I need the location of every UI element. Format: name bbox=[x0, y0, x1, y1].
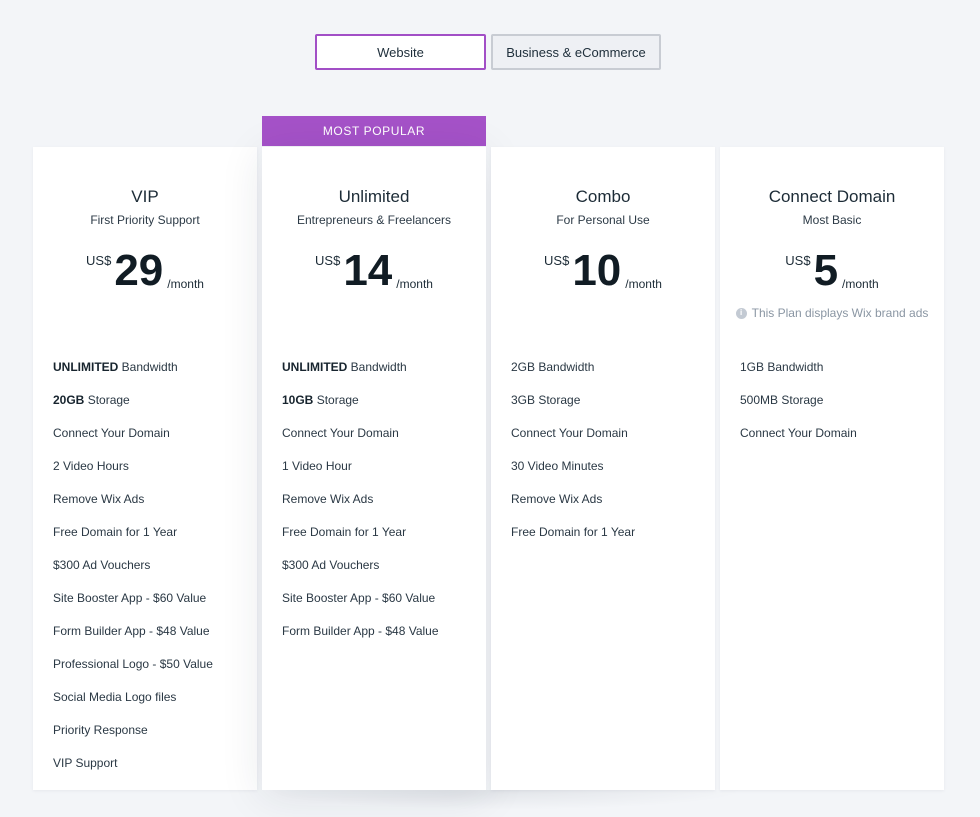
price-currency: US$ bbox=[315, 253, 341, 268]
plan-price: US$ 10 /month bbox=[491, 249, 715, 293]
price-currency: US$ bbox=[785, 253, 811, 268]
feature-item: Remove Wix Ads bbox=[282, 492, 374, 506]
feature-item: 1GB Bandwidth bbox=[740, 360, 824, 374]
feature-item: $300 Ad Vouchers bbox=[53, 558, 151, 572]
feature-item: 30 Video Minutes bbox=[511, 459, 604, 473]
tab-website[interactable]: Website bbox=[315, 34, 486, 70]
feature-item: $300 Ad Vouchers bbox=[282, 558, 380, 572]
feature-item: Professional Logo - $50 Value bbox=[53, 657, 213, 671]
plan-card-unlimited: Unlimited Entrepreneurs & Freelancers US… bbox=[262, 147, 486, 790]
plan-card-combo: Combo For Personal Use US$ 10 /month 2GB… bbox=[491, 147, 715, 790]
plan-card-connect-domain: Connect Domain Most Basic US$ 5 /month i… bbox=[720, 147, 944, 790]
price-period: /month bbox=[396, 277, 433, 291]
price-currency: US$ bbox=[86, 253, 112, 268]
feature-item: Free Domain for 1 Year bbox=[511, 525, 636, 539]
price-amount: 5 bbox=[813, 246, 839, 295]
plan-card-vip: VIP First Priority Support US$ 29 /month… bbox=[33, 147, 257, 790]
feature-item: 3GB Storage bbox=[511, 393, 581, 407]
feature-list: 2GB Bandwidth 3GB Storage Connect Your D… bbox=[511, 360, 635, 558]
feature-item: UNLIMITED Bandwidth bbox=[282, 360, 407, 374]
feature-item: 1 Video Hour bbox=[282, 459, 352, 473]
feature-item: 2 Video Hours bbox=[53, 459, 129, 473]
feature-item: 20GB Storage bbox=[53, 393, 130, 407]
price-amount: 10 bbox=[572, 246, 622, 295]
feature-item: Site Booster App - $60 Value bbox=[53, 591, 207, 605]
brand-ads-note: i This Plan displays Wix brand ads bbox=[720, 306, 944, 320]
feature-item: 2GB Bandwidth bbox=[511, 360, 595, 374]
plan-price: US$ 29 /month bbox=[33, 249, 257, 293]
plan-price: US$ 5 /month bbox=[720, 249, 944, 293]
feature-item: Form Builder App - $48 Value bbox=[53, 624, 210, 638]
feature-item: UNLIMITED Bandwidth bbox=[53, 360, 178, 374]
most-popular-banner: MOST POPULAR bbox=[262, 116, 486, 146]
feature-item: Form Builder App - $48 Value bbox=[282, 624, 439, 638]
feature-item: Remove Wix Ads bbox=[53, 492, 145, 506]
price-amount: 14 bbox=[343, 246, 393, 295]
feature-item: Connect Your Domain bbox=[511, 426, 628, 440]
plan-name: Combo bbox=[575, 187, 631, 206]
feature-list: 1GB Bandwidth 500MB Storage Connect Your… bbox=[740, 360, 857, 459]
price-period: /month bbox=[842, 277, 879, 291]
feature-item: Site Booster App - $60 Value bbox=[282, 591, 436, 605]
price-currency: US$ bbox=[544, 253, 570, 268]
feature-item: Connect Your Domain bbox=[53, 426, 170, 440]
price-amount: 29 bbox=[114, 246, 164, 295]
feature-list: UNLIMITED Bandwidth 20GB Storage Connect… bbox=[53, 360, 213, 789]
feature-item: Connect Your Domain bbox=[282, 426, 399, 440]
feature-item: 500MB Storage bbox=[740, 393, 824, 407]
plan-subtitle: For Personal Use bbox=[556, 213, 650, 227]
feature-item: Connect Your Domain bbox=[740, 426, 857, 440]
plan-subtitle: Entrepreneurs & Freelancers bbox=[296, 213, 452, 227]
plan-name: Connect Domain bbox=[768, 187, 896, 206]
price-period: /month bbox=[625, 277, 662, 291]
plan-name: Unlimited bbox=[338, 187, 410, 206]
feature-list: UNLIMITED Bandwidth 10GB Storage Connect… bbox=[282, 360, 439, 657]
plan-category-tabs: Website Business & eCommerce bbox=[315, 34, 661, 70]
feature-item: Social Media Logo files bbox=[53, 690, 177, 704]
feature-item: 10GB Storage bbox=[282, 393, 359, 407]
feature-item: VIP Support bbox=[53, 756, 118, 770]
feature-item: Free Domain for 1 Year bbox=[282, 525, 407, 539]
feature-item: Free Domain for 1 Year bbox=[53, 525, 178, 539]
plan-subtitle: First Priority Support bbox=[90, 213, 200, 227]
plan-price: US$ 14 /month bbox=[262, 249, 486, 293]
feature-item: Priority Response bbox=[53, 723, 148, 737]
feature-item: Remove Wix Ads bbox=[511, 492, 603, 506]
plan-subtitle: Most Basic bbox=[802, 213, 862, 227]
price-period: /month bbox=[167, 277, 204, 291]
plan-name: VIP bbox=[131, 187, 159, 206]
tab-business-ecommerce[interactable]: Business & eCommerce bbox=[491, 34, 661, 70]
info-icon: i bbox=[735, 307, 747, 319]
brand-ads-note-text: This Plan displays Wix brand ads bbox=[751, 306, 929, 320]
card-shadow bbox=[262, 790, 748, 810]
